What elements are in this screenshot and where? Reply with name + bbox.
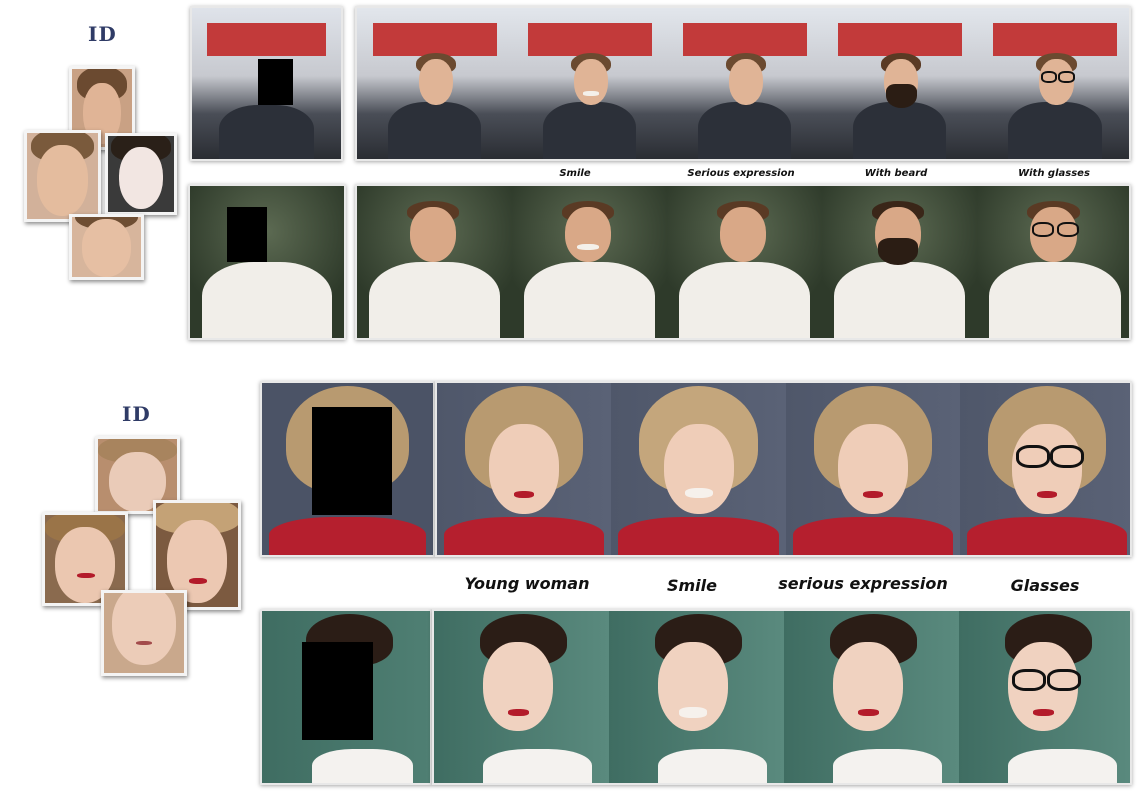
masked-input-photo bbox=[190, 6, 343, 161]
id-label-bottom: ID bbox=[122, 402, 151, 426]
face-mask bbox=[226, 207, 267, 262]
id-reference-photo bbox=[24, 130, 101, 222]
generated-image bbox=[977, 186, 1129, 338]
generated-image bbox=[357, 186, 512, 338]
masked-input-photo bbox=[260, 381, 435, 557]
generated-image bbox=[960, 383, 1130, 555]
generated-image bbox=[667, 8, 822, 159]
face-mask bbox=[302, 641, 373, 740]
caption-smile: Smile bbox=[666, 576, 717, 595]
generated-row-studio bbox=[355, 184, 1131, 340]
generated-image bbox=[977, 8, 1129, 159]
caption-serious-expression: serious expression bbox=[778, 574, 948, 593]
masked-input-photo bbox=[260, 609, 432, 785]
generated-row-red-top bbox=[435, 381, 1132, 557]
generated-image bbox=[357, 8, 512, 159]
generated-row-street bbox=[355, 6, 1131, 161]
caption-young-woman: Young woman bbox=[464, 574, 590, 593]
caption-serious-expression: Serious expression bbox=[687, 168, 795, 179]
generated-image bbox=[611, 383, 786, 555]
id-label-top: ID bbox=[88, 22, 117, 46]
generated-image bbox=[609, 611, 784, 783]
caption-glasses: Glasses bbox=[1010, 576, 1080, 595]
masked-input-photo bbox=[188, 184, 346, 340]
generated-image bbox=[434, 611, 609, 783]
caption-with-glasses: With glasses bbox=[1018, 168, 1090, 179]
id-reference-photo bbox=[105, 133, 177, 215]
id-reference-photo bbox=[69, 214, 144, 280]
id-reference-photo bbox=[101, 590, 187, 676]
generated-image bbox=[512, 8, 667, 159]
generated-image bbox=[784, 611, 959, 783]
face-mask bbox=[311, 407, 392, 516]
generated-image bbox=[437, 383, 611, 555]
generated-image bbox=[822, 186, 977, 338]
generated-row-teal bbox=[432, 609, 1132, 785]
face-mask bbox=[257, 59, 294, 105]
caption-with-beard: With beard bbox=[864, 168, 928, 179]
generated-image bbox=[667, 186, 822, 338]
generated-image bbox=[822, 8, 977, 159]
generated-image bbox=[786, 383, 960, 555]
generated-image bbox=[959, 611, 1130, 783]
caption-smile: Smile bbox=[559, 168, 591, 179]
generated-image bbox=[512, 186, 667, 338]
